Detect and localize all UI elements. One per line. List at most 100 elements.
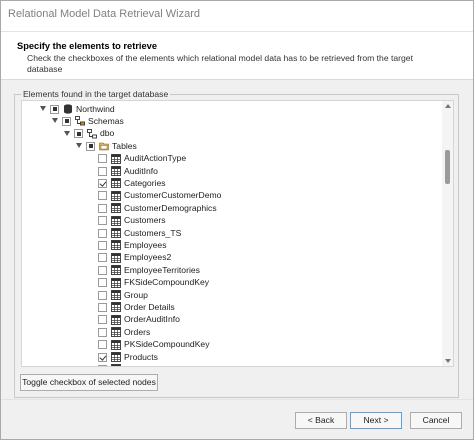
table-checkbox[interactable] (98, 364, 107, 366)
table-label: Categories (124, 177, 166, 188)
table-label: OrderAuditInfo (124, 314, 180, 325)
schema-icon (87, 128, 97, 139)
table-checkbox[interactable] (98, 178, 107, 188)
tree-node-table[interactable]: OrderAuditInfo (22, 314, 442, 326)
table-checkbox[interactable] (98, 253, 107, 263)
expand-arrow-icon[interactable] (76, 143, 82, 149)
wizard-window: Relational Model Data Retrieval Wizard S… (0, 0, 474, 440)
table-label: Products (124, 351, 158, 362)
table-label: Employees2 (124, 252, 172, 263)
table-icon (111, 314, 121, 325)
tree-node-table[interactable]: FKSideCompoundKey (22, 277, 442, 289)
table-checkbox[interactable] (98, 352, 107, 362)
table-label: AuditInfo (124, 165, 158, 176)
footer-separator (1, 399, 473, 400)
toggle-checkbox-button[interactable]: Toggle checkbox of selected nodes (20, 374, 158, 391)
table-checkbox[interactable] (98, 278, 107, 288)
schema-checkbox[interactable] (74, 129, 83, 139)
tree-node-table[interactable]: CustomerCustomerDemo (22, 190, 442, 202)
table-icon (111, 153, 121, 164)
tree-node-table[interactable]: Region (22, 363, 442, 366)
schemas-checkbox[interactable] (62, 116, 71, 126)
table-icon (111, 166, 121, 176)
groupbox-title: Elements found in the target database (21, 89, 171, 99)
table-label: Customers (124, 215, 166, 226)
tree-node-label: Schemas (88, 115, 124, 126)
step-description: Check the checkboxes of the elements whi… (27, 53, 413, 74)
tables-checkbox[interactable] (86, 141, 95, 151)
schemas-icon (75, 116, 85, 126)
table-icon (111, 339, 121, 350)
table-checkbox[interactable] (98, 154, 107, 164)
table-label: Orders (124, 326, 151, 337)
tree-node-database[interactable]: Northwind (22, 103, 442, 115)
wizard-header: Specify the elements to retrieve Check t… (1, 31, 473, 79)
tree-node-table[interactable]: Order Details (22, 301, 442, 313)
table-label: CustomerCustomerDemo (124, 190, 222, 201)
table-label: AuditActionType (124, 153, 187, 164)
table-label: FKSideCompoundKey (124, 277, 210, 288)
tree-node-tables[interactable]: Tables (22, 140, 442, 152)
scroll-thumb[interactable] (445, 150, 450, 184)
table-checkbox[interactable] (98, 265, 107, 275)
table-icon (111, 277, 121, 288)
table-icon (111, 203, 121, 214)
table-label: Region (124, 364, 151, 366)
tree-node-table[interactable]: AuditActionType (22, 153, 442, 165)
table-icon (111, 178, 121, 189)
title-bar: Relational Model Data Retrieval Wizard (1, 1, 473, 31)
table-checkbox[interactable] (98, 191, 107, 201)
table-icon (111, 215, 121, 226)
tree-node-schema-dbo[interactable]: dbo (22, 128, 442, 140)
tree-node-table[interactable]: Products (22, 351, 442, 363)
table-label: EmployeeTerritories (124, 264, 200, 275)
table-checkbox[interactable] (98, 327, 107, 337)
scroll-down-icon[interactable] (445, 359, 451, 363)
expand-arrow-icon[interactable] (52, 118, 58, 124)
tree-node-table[interactable]: Customers (22, 215, 442, 227)
table-icon (111, 302, 121, 313)
back-button[interactable]: < Back (295, 412, 347, 429)
table-label: Group (124, 289, 148, 300)
tree-node-table[interactable]: Orders (22, 326, 442, 338)
expand-arrow-icon[interactable] (64, 130, 70, 136)
tree-node-table[interactable]: Customers_TS (22, 227, 442, 239)
table-checkbox[interactable] (98, 228, 107, 238)
tree-scrollbar[interactable] (442, 101, 453, 366)
tree-node-table[interactable]: Categories (22, 177, 442, 189)
tree-node-table[interactable]: PKSideCompoundKey (22, 339, 442, 351)
elements-tree[interactable]: Northwind Schemas dbo Tables AuditAction… (21, 100, 454, 367)
tree-node-table[interactable]: Employees (22, 239, 442, 251)
table-checkbox[interactable] (98, 290, 107, 300)
table-label: Customers_TS (124, 227, 182, 238)
table-checkbox[interactable] (98, 315, 107, 325)
table-checkbox[interactable] (98, 203, 107, 213)
tree-node-table[interactable]: EmployeeTerritories (22, 264, 442, 276)
table-icon (111, 364, 121, 366)
tree-node-schemas[interactable]: Schemas (22, 115, 442, 127)
table-checkbox[interactable] (98, 302, 107, 312)
window-title: Relational Model Data Retrieval Wizard (8, 8, 200, 20)
table-icon (111, 252, 121, 263)
tree-node-table[interactable]: Group (22, 289, 442, 301)
database-checkbox[interactable] (50, 104, 59, 114)
expand-arrow-icon[interactable] (40, 106, 46, 111)
header-separator (1, 79, 473, 80)
table-icon (111, 352, 121, 362)
database-icon (64, 104, 72, 114)
table-checkbox[interactable] (98, 216, 107, 226)
tree-node-table[interactable]: CustomerDemographics (22, 202, 442, 214)
next-button[interactable]: Next > (350, 412, 402, 429)
table-label: Order Details (124, 301, 175, 312)
table-icon (111, 240, 121, 251)
table-checkbox[interactable] (98, 340, 107, 350)
scroll-up-icon[interactable] (445, 104, 451, 108)
table-label: PKSideCompoundKey (124, 339, 210, 350)
tree-node-table[interactable]: AuditInfo (22, 165, 442, 177)
cancel-button[interactable]: Cancel (410, 412, 462, 429)
table-checkbox[interactable] (98, 166, 107, 176)
table-icon (111, 265, 121, 276)
tree-node-table[interactable]: Employees2 (22, 252, 442, 264)
tree-node-label: Northwind (76, 103, 115, 114)
table-checkbox[interactable] (98, 240, 107, 250)
